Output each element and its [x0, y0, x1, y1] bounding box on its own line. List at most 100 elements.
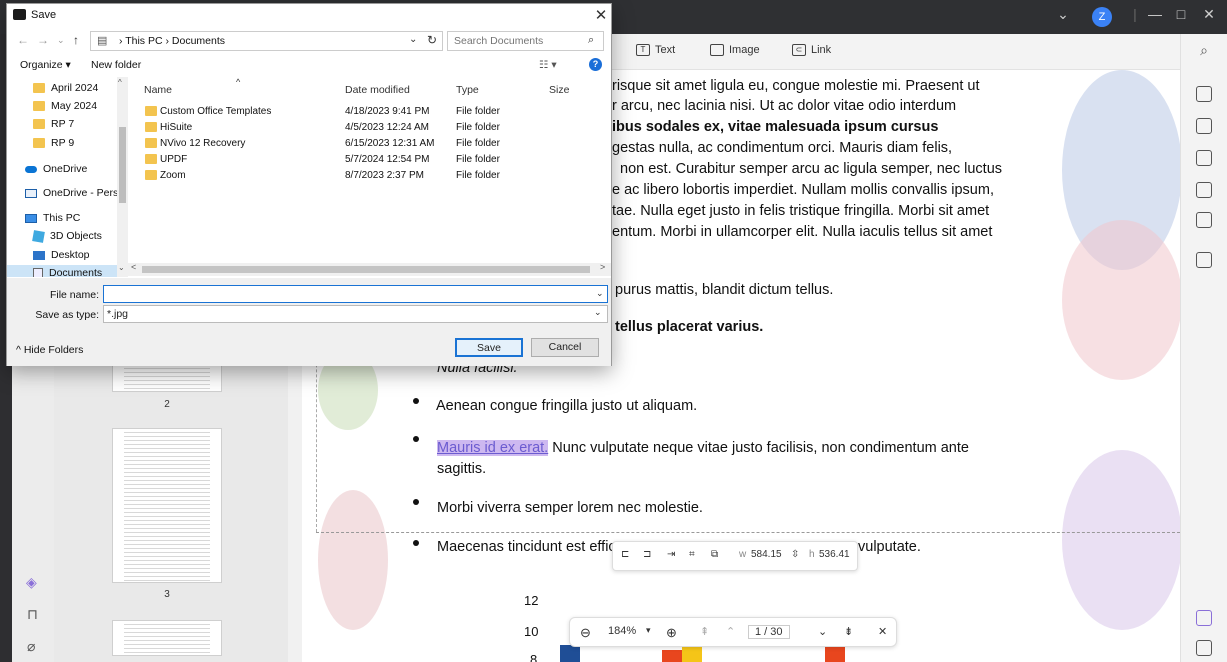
- align-right-icon[interactable]: ⊐: [643, 549, 651, 560]
- scroll-left-icon[interactable]: <: [131, 262, 136, 272]
- file-row[interactable]: NVivo 12 Recovery 6/15/2023 12:31 AM Fil…: [128, 136, 588, 152]
- column-date[interactable]: Date modified: [345, 84, 410, 96]
- zoom-level[interactable]: 184%: [608, 625, 636, 637]
- file-row[interactable]: Custom Office Templates 4/18/2023 9:41 P…: [128, 104, 588, 120]
- address-path[interactable]: › This PC › Documents: [119, 35, 225, 47]
- page-thumbnail-4[interactable]: [112, 620, 222, 656]
- align-left-icon[interactable]: ⊏: [621, 549, 629, 560]
- link-tool-button[interactable]: ⊂ Link: [792, 44, 831, 56]
- minimize-icon[interactable]: —: [1144, 6, 1166, 22]
- nav-item[interactable]: RP 7: [33, 116, 117, 132]
- horizontal-scrollbar[interactable]: < >: [128, 262, 611, 276]
- nav-scroll-thumb[interactable]: [119, 127, 126, 203]
- floral-decoration: [1062, 450, 1180, 630]
- search-box[interactable]: ⌕: [447, 31, 604, 51]
- file-date: 4/5/2023 12:24 AM: [345, 122, 429, 133]
- crop-icon[interactable]: ⌗: [689, 549, 695, 560]
- nav-item[interactable]: RP 9: [33, 135, 117, 151]
- floral-decoration: [318, 490, 388, 630]
- pc-icon: [25, 213, 37, 223]
- export-icon[interactable]: ⇥: [667, 549, 675, 560]
- chevron-down-icon[interactable]: ⌄: [1052, 6, 1074, 23]
- nav-item-label: May 2024: [51, 100, 98, 112]
- help-icon[interactable]: ?: [589, 58, 602, 71]
- email-icon[interactable]: [1196, 212, 1212, 228]
- nav-item[interactable]: Desktop: [33, 247, 117, 263]
- next-page-icon[interactable]: ⌄: [818, 625, 827, 638]
- address-bar[interactable]: ▤ › This PC › Documents ⌄ ↻: [90, 31, 443, 51]
- horizontal-scroll-thumb[interactable]: [142, 266, 590, 273]
- zoom-out-icon[interactable]: ⊖: [580, 625, 591, 641]
- close-zoom-bar-icon[interactable]: ✕: [878, 625, 887, 638]
- zoom-dropdown-icon[interactable]: ▾: [646, 625, 651, 636]
- scroll-right-icon[interactable]: >: [600, 262, 605, 272]
- new-folder-button[interactable]: New folder: [91, 59, 141, 71]
- column-size[interactable]: Size: [549, 84, 569, 96]
- save-icon[interactable]: [1196, 252, 1212, 268]
- page-thumbnail-3[interactable]: [112, 428, 222, 583]
- last-page-icon[interactable]: ⇟: [844, 625, 853, 638]
- nav-item[interactable]: May 2024: [33, 98, 117, 114]
- up-arrow-icon[interactable]: ↑: [73, 33, 79, 47]
- recent-dropdown-icon[interactable]: ⌄: [57, 35, 65, 46]
- first-page-icon[interactable]: ⇞: [700, 625, 709, 638]
- maximize-icon[interactable]: □: [1170, 6, 1192, 22]
- file-name-dropdown-icon[interactable]: ⌄: [596, 288, 604, 299]
- column-name[interactable]: Name: [144, 84, 172, 96]
- address-dropdown-icon[interactable]: ⌄: [409, 34, 417, 45]
- search-icon[interactable]: ⌕: [1193, 42, 1215, 59]
- close-window-icon[interactable]: ✕: [1198, 6, 1220, 23]
- zoom-in-icon[interactable]: ⊕: [666, 625, 677, 641]
- file-type: File folder: [456, 138, 500, 149]
- image-tool-label: Image: [729, 44, 760, 56]
- forward-arrow-icon[interactable]: →: [37, 33, 49, 47]
- nav-item[interactable]: April 2024: [33, 80, 117, 96]
- attachment-icon[interactable]: ⌀: [27, 638, 35, 655]
- back-arrow-icon[interactable]: ←: [17, 33, 29, 47]
- refresh-icon[interactable]: ↻: [427, 33, 437, 47]
- chart-bar: [662, 650, 682, 662]
- convert-icon[interactable]: [1196, 118, 1212, 134]
- save-button[interactable]: Save: [455, 338, 523, 357]
- close-icon[interactable]: ✕: [593, 6, 609, 24]
- share-icon[interactable]: [1196, 182, 1212, 198]
- zoom-bar: ⊖ 184% ▾ ⊕ ⇞ ⌃ 1 / 30 ⌄ ⇟ ✕: [569, 617, 897, 647]
- page-text-line: non est. Curabitur semper arcu ac ligula…: [620, 161, 1003, 177]
- replace-icon[interactable]: ⧉: [711, 549, 718, 560]
- file-name-input[interactable]: [103, 285, 608, 303]
- image-tool-button[interactable]: Image: [710, 44, 760, 56]
- scroll-down-icon[interactable]: ⌄: [118, 263, 125, 272]
- lock-ratio-icon[interactable]: ⇳: [791, 549, 799, 560]
- ocr-icon[interactable]: [1196, 86, 1212, 102]
- organize-button[interactable]: Organize ▾: [20, 59, 71, 71]
- page-indicator[interactable]: 1 / 30: [748, 625, 790, 639]
- file-row[interactable]: UPDF 5/7/2024 12:54 PM File folder: [128, 152, 588, 168]
- cancel-button[interactable]: Cancel: [531, 338, 599, 357]
- avatar[interactable]: Z: [1092, 7, 1112, 27]
- selected-link-text[interactable]: Mauris id ex erat.: [437, 440, 549, 456]
- page-text-line: gestas nulla, ac condimentum orci. Mauri…: [612, 140, 953, 156]
- nav-scrollbar[interactable]: ^ ⌄: [117, 77, 128, 277]
- file-row[interactable]: Zoom 8/7/2023 2:37 PM File folder: [128, 168, 588, 184]
- layers-icon[interactable]: ◈: [26, 574, 37, 591]
- nav-item[interactable]: OneDrive: [25, 161, 117, 177]
- search-icon[interactable]: ⌕: [588, 34, 594, 47]
- column-type[interactable]: Type: [456, 84, 479, 96]
- nav-item-selected[interactable]: Documents: [7, 265, 117, 277]
- hide-folders-toggle[interactable]: ^ Hide Folders: [16, 344, 83, 356]
- file-row[interactable]: HiSuite 4/5/2023 12:24 AM File folder: [128, 120, 588, 136]
- nav-item[interactable]: OneDrive - Persor: [25, 185, 117, 201]
- file-date: 6/15/2023 12:31 AM: [345, 138, 435, 149]
- ai-assistant-icon[interactable]: [1196, 610, 1212, 626]
- nav-item[interactable]: This PC: [25, 210, 117, 226]
- view-options-icon[interactable]: ☷ ▾: [539, 59, 557, 71]
- search-input[interactable]: [454, 34, 584, 48]
- comment-icon[interactable]: [1196, 640, 1212, 656]
- save-as-type-select[interactable]: *.jpg ⌄: [103, 305, 608, 323]
- protect-icon[interactable]: [1196, 150, 1212, 166]
- nav-item[interactable]: 3D Objects: [32, 228, 117, 244]
- prev-page-icon[interactable]: ⌃: [726, 625, 735, 638]
- bookmark-icon[interactable]: ⊓: [27, 606, 38, 623]
- text-tool-button[interactable]: T Text: [636, 44, 675, 56]
- scroll-up-icon[interactable]: ^: [118, 78, 122, 87]
